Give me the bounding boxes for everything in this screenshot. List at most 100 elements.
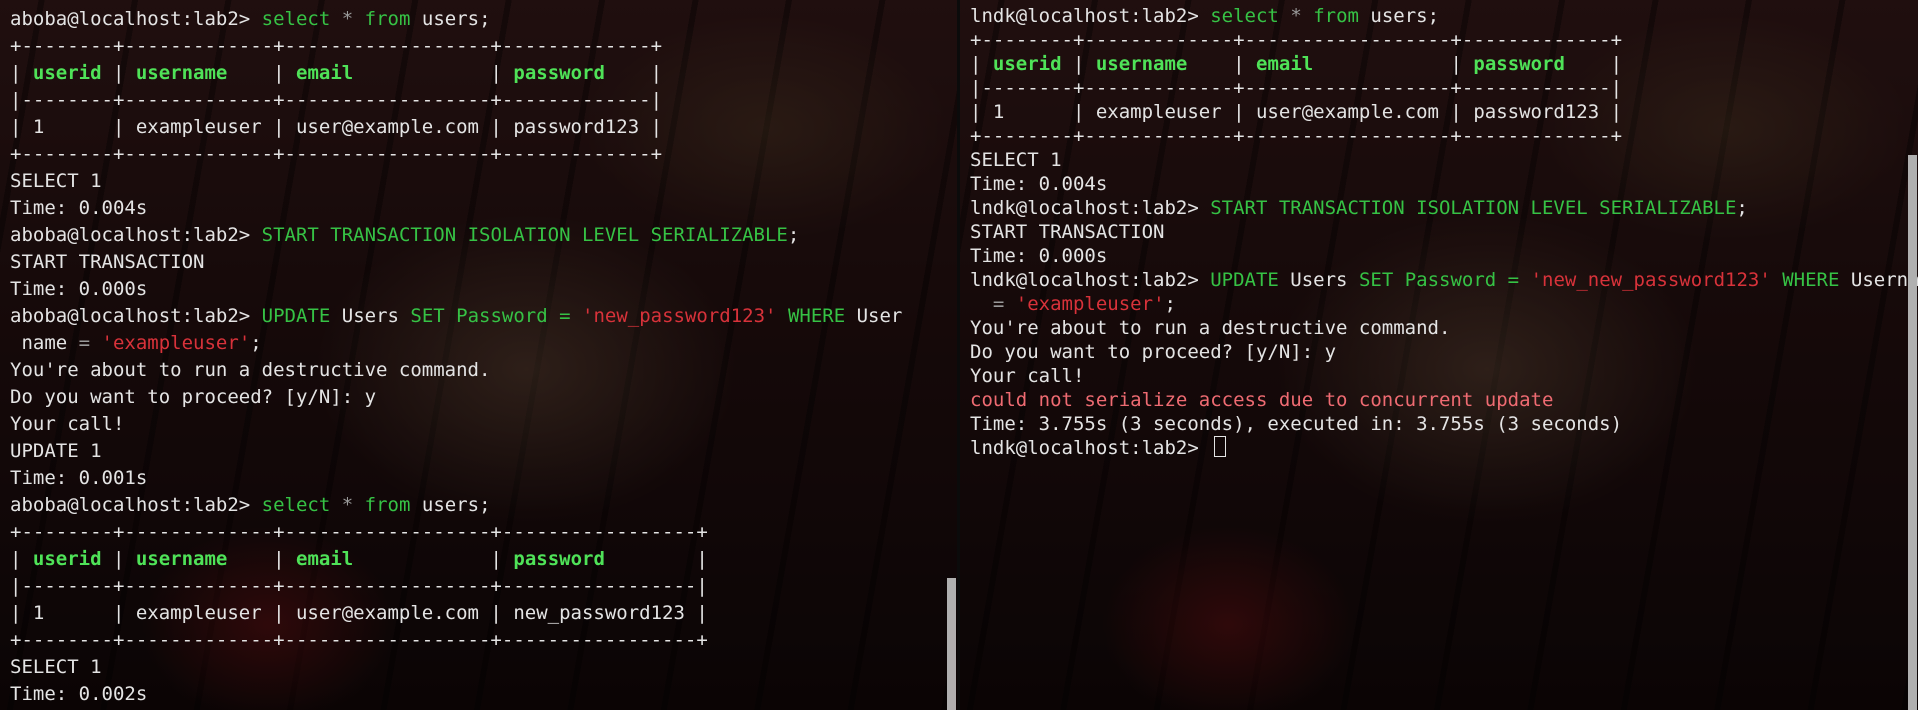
table-header-row: | userid | username | email | password | <box>10 548 708 570</box>
table-border: +--------+-------------+----------------… <box>10 143 663 165</box>
sql-keyword: from <box>1313 5 1359 27</box>
scrollbar-thumb[interactable] <box>947 578 956 710</box>
shell-prompt: lndk@localhost:lab2> <box>970 197 1211 219</box>
column-header: email <box>1256 53 1314 75</box>
column-header: email <box>296 62 354 84</box>
output-line: Time: 0.000s <box>970 245 1108 267</box>
table-border: +--------+-------------+----------------… <box>10 521 708 543</box>
sql-text: ; <box>1164 293 1176 315</box>
sql-text: Users <box>330 305 411 327</box>
sql-text: users; <box>1358 5 1440 27</box>
table-border: +--------+-------------+----------------… <box>970 29 1623 51</box>
column-header: username <box>135 62 228 84</box>
scrollbar-thumb[interactable] <box>1908 155 1917 710</box>
output-line: START TRANSACTION <box>970 221 1165 243</box>
output-line: Do you want to proceed? [y/N]: y <box>10 386 377 408</box>
sql-operator: = <box>992 293 1005 315</box>
column-header: password <box>1473 53 1565 75</box>
output-line: SELECT 1 <box>970 149 1062 171</box>
terminal-output-right: lndk@localhost:lab2> select * from users… <box>970 4 1918 460</box>
output-line: Time: 0.004s <box>10 197 148 219</box>
scrollbar-left[interactable] <box>945 0 957 710</box>
output-line: Your call! <box>970 365 1085 387</box>
shell-prompt: aboba@localhost:lab2> <box>10 494 262 516</box>
sql-operator: = <box>1507 269 1520 291</box>
sql-keyword: START TRANSACTION ISOLATION LEVEL SERIAL… <box>1210 197 1737 219</box>
command-line-wrap: name = 'exampleuser'; <box>10 330 943 357</box>
sql-keyword: UPDATE <box>1210 269 1279 291</box>
terminal-output-left: aboba@localhost:lab2> select * from user… <box>10 6 943 708</box>
sql-keyword: from <box>364 494 411 516</box>
sql-keyword: UPDATE <box>261 305 331 327</box>
sql-text: users; <box>410 494 491 516</box>
sql-keyword: SET <box>1358 269 1394 291</box>
sql-keyword: select <box>261 8 331 30</box>
column-header: username <box>135 548 228 570</box>
sql-operator: * <box>1290 5 1302 27</box>
shell-prompt: aboba@localhost:lab2> <box>10 224 262 246</box>
output-line: Time: 0.004s <box>970 173 1108 195</box>
text-cursor[interactable] <box>1214 436 1227 457</box>
shell-prompt: lndk@localhost:lab2> <box>970 5 1211 27</box>
table-header-row: | userid | username | email | password | <box>10 62 663 84</box>
sql-text: Users <box>1278 269 1359 291</box>
table-separator: |--------+-------------+----------------… <box>10 575 708 597</box>
command-line: aboba@localhost:lab2> select * from user… <box>10 492 943 519</box>
sql-text: ; <box>787 224 800 246</box>
shell-prompt: aboba@localhost:lab2> <box>10 305 262 327</box>
column-header: password <box>513 548 605 570</box>
command-line[interactable]: lndk@localhost:lab2> <box>970 436 1904 460</box>
table-border: +--------+-------------+----------------… <box>10 35 663 57</box>
sql-operator: = <box>78 332 91 354</box>
sql-keyword: select <box>261 494 331 516</box>
sql-string: 'exampleuser' <box>101 332 251 354</box>
output-line: You're about to run a destructive comman… <box>970 317 1451 339</box>
shell-prompt: lndk@localhost:lab2> <box>970 437 1211 459</box>
terminal-pane-right[interactable]: lndk@localhost:lab2> select * from users… <box>960 0 1918 710</box>
command-line: aboba@localhost:lab2> UPDATE Users SET P… <box>10 303 943 330</box>
terminal-pane-left[interactable]: aboba@localhost:lab2> select * from user… <box>0 0 957 710</box>
output-line: Do you want to proceed? [y/N]: y <box>970 341 1337 363</box>
command-line: lndk@localhost:lab2> UPDATE Users SET Pa… <box>970 268 1918 292</box>
sql-keyword: from <box>364 8 411 30</box>
scrollbar-right[interactable] <box>1906 0 1918 710</box>
sql-keyword: WHERE <box>787 305 846 327</box>
command-line-wrap: = 'exampleuser'; <box>970 292 1904 316</box>
column-header: password <box>513 62 605 84</box>
output-line: Time: 0.000s <box>10 278 148 300</box>
table-border: +--------+-------------+----------------… <box>970 125 1623 147</box>
output-line: Time: 3.755s (3 seconds), executed in: 3… <box>970 413 1623 435</box>
sql-string: 'exampleuser' <box>1015 293 1165 315</box>
sql-keyword: select <box>1210 5 1279 27</box>
table-separator: |--------+-------------+----------------… <box>970 77 1623 99</box>
sql-keyword: SET <box>410 305 445 327</box>
sql-operator: * <box>341 8 354 30</box>
table-header-row: | userid | username | email | password | <box>970 53 1623 75</box>
sql-text: User <box>845 305 903 327</box>
table-row: | 1 | exampleuser | user@example.com | n… <box>10 602 708 624</box>
sql-keyword: START TRANSACTION ISOLATION LEVEL SERIAL… <box>261 224 788 246</box>
table-border: +--------+-------------+----------------… <box>10 629 708 651</box>
error-message: could not serialize access due to concur… <box>970 389 1554 411</box>
sql-text: ; <box>250 332 262 354</box>
sql-operator: * <box>341 494 354 516</box>
sql-identifier: Password <box>444 305 560 327</box>
command-line: aboba@localhost:lab2> select * from user… <box>10 6 943 33</box>
command-line: aboba@localhost:lab2> START TRANSACTION … <box>10 222 943 249</box>
output-line: START TRANSACTION <box>10 251 205 273</box>
command-line: lndk@localhost:lab2> START TRANSACTION I… <box>970 196 1904 220</box>
sql-keyword: WHERE <box>1782 269 1840 291</box>
column-header: email <box>296 548 354 570</box>
table-separator: |--------+-------------+----------------… <box>10 89 663 111</box>
table-row: | 1 | exampleuser | user@example.com | p… <box>10 116 663 138</box>
output-line: You're about to run a destructive comman… <box>10 359 491 381</box>
column-header: userid <box>32 548 102 570</box>
output-line: Time: 0.002s <box>10 683 148 705</box>
sql-string: 'new_password123' <box>582 305 777 327</box>
output-line: SELECT 1 <box>10 170 102 192</box>
sql-string: 'new_new_password123' <box>1530 269 1771 291</box>
output-line: SELECT 1 <box>10 656 102 678</box>
output-line: Your call! <box>10 413 125 435</box>
output-line: Time: 0.001s <box>10 467 148 489</box>
shell-prompt: lndk@localhost:lab2> <box>970 269 1211 291</box>
